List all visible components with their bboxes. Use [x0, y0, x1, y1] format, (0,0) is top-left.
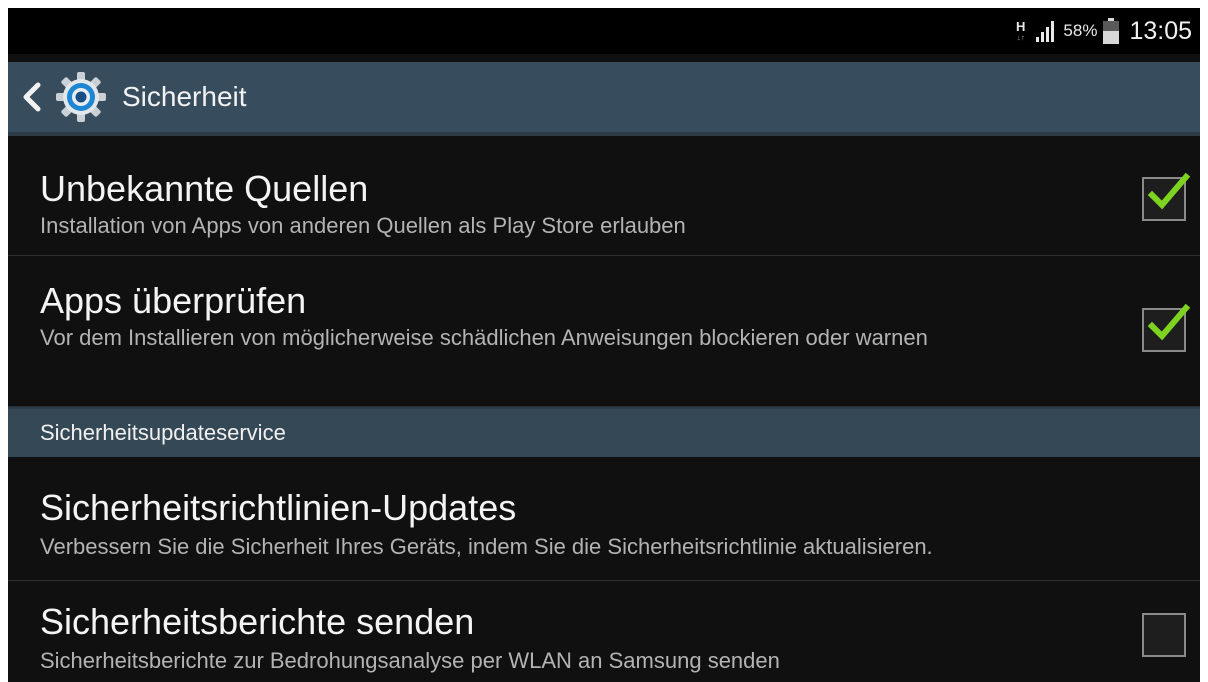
setting-subtitle: Vor dem Installieren von möglicherweise …: [40, 325, 928, 350]
setting-title: Sicherheitsrichtlinien-Updates: [40, 487, 517, 528]
network-type-label: H: [1016, 19, 1026, 34]
setting-subtitle: Sicherheitsberichte zur Bedrohungsanalys…: [40, 648, 780, 673]
signal-icon: [1035, 19, 1059, 43]
network-type-indicator: H ↓↑: [1016, 20, 1025, 42]
section-title: Sicherheitsupdateservice: [40, 420, 286, 445]
checkmark-icon: [1147, 172, 1191, 210]
setting-subtitle: Installation von Apps von anderen Quelle…: [40, 213, 686, 238]
status-clock: 13:05: [1129, 16, 1192, 45]
status-bar: H ↓↑ 58% 13:05: [8, 8, 1200, 54]
setting-security-policy-updates[interactable]: Sicherheitsrichtlinien-Updates Verbesser…: [8, 457, 1200, 581]
setting-title: Apps überprüfen: [40, 280, 307, 321]
gear-icon[interactable]: [54, 70, 108, 124]
page-title: Sicherheit: [122, 81, 247, 112]
setting-title: Unbekannte Quellen: [40, 168, 369, 209]
checkmark-icon: [1147, 303, 1191, 341]
verify-apps-checkbox[interactable]: [1142, 303, 1191, 352]
setting-verify-apps[interactable]: Apps überprüfen Vor dem Installieren von…: [8, 256, 1200, 407]
action-bar: Sicherheit: [8, 62, 1200, 136]
network-activity-arrows: ↓↑: [1016, 33, 1025, 42]
status-icons: H ↓↑ 58% 13:05: [1016, 8, 1192, 54]
unknown-sources-checkbox[interactable]: [1142, 172, 1191, 221]
setting-unknown-sources[interactable]: Unbekannte Quellen Installation von Apps…: [8, 136, 1200, 256]
section-header: Sicherheitsupdateservice: [8, 407, 1200, 457]
setting-subtitle: Verbessern Sie die Sicherheit Ihres Gerä…: [40, 534, 933, 559]
battery-icon: [1103, 18, 1120, 44]
chevron-left-icon[interactable]: [22, 77, 48, 117]
settings-list: Unbekannte Quellen Installation von Apps…: [8, 136, 1200, 682]
setting-send-security-reports[interactable]: Sicherheitsberichte senden Sicherheitsbe…: [8, 581, 1200, 682]
setting-title: Sicherheitsberichte senden: [40, 601, 475, 642]
send-reports-checkbox[interactable]: [1142, 613, 1186, 657]
phone-screen: H ↓↑ 58% 13:05 Sicherheit Unbekannte Que…: [8, 8, 1200, 682]
battery-percent: 58%: [1063, 21, 1098, 40]
